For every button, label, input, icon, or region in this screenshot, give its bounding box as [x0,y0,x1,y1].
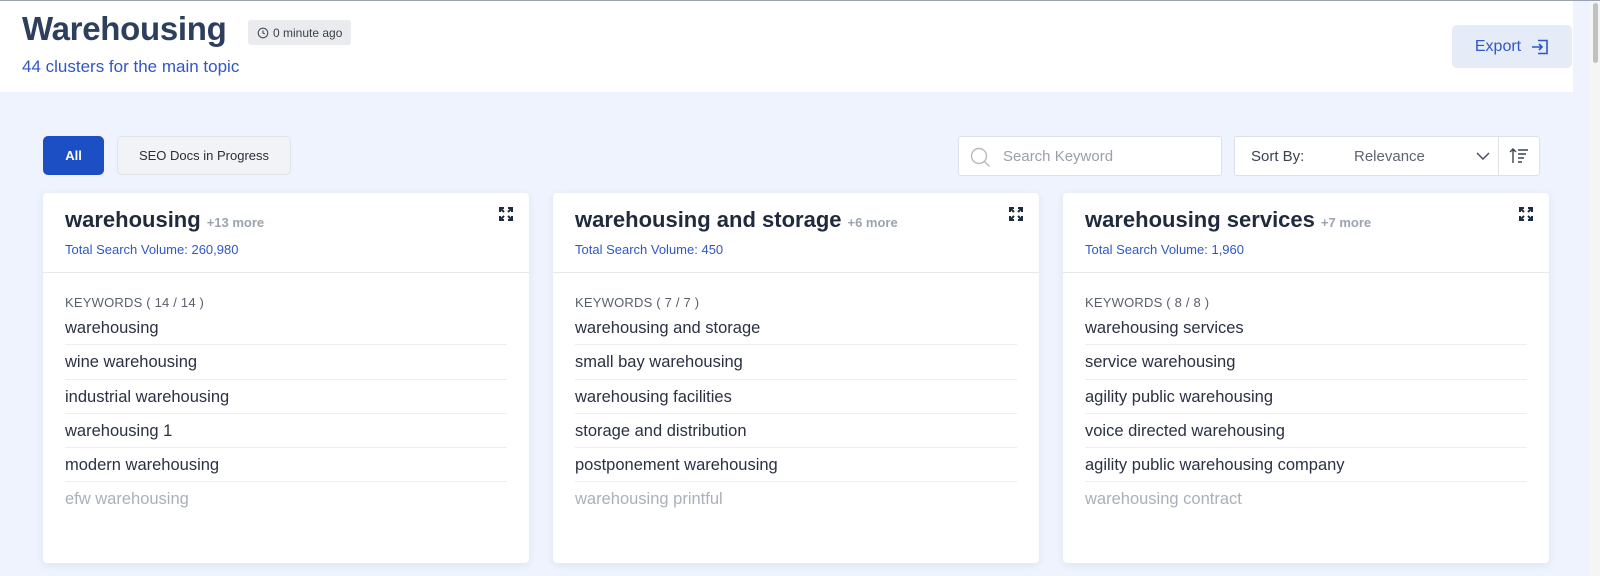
keyword-item: modern warehousing [65,448,507,483]
cluster-search-volume: Total Search Volume: 1,960 [1085,242,1244,257]
export-icon [1532,39,1548,54]
keyword-item: efw warehousing [65,490,189,509]
keyword-item: agility public warehousing company [1085,448,1527,483]
sort-dropdown[interactable]: Sort By: Relevance [1234,136,1499,176]
cluster-title-row: warehousing services +7 more [1085,207,1371,233]
keywords-header: KEYWORDS ( 8 / 8 ) [1085,295,1210,310]
page-title: Warehousing [22,10,227,47]
keyword-item: warehousing 1 [65,414,507,449]
keyword-item: warehousing [65,311,507,346]
sort-value: Relevance [1354,147,1425,165]
keywords-header: KEYWORDS ( 14 / 14 ) [65,295,205,310]
keyword-item: warehousing services [1085,311,1527,346]
search-input[interactable] [1003,137,1213,175]
keyword-item: wine warehousing [65,345,507,380]
expand-icon[interactable] [499,207,513,221]
cluster-title-row: warehousing and storage +6 more [575,207,898,233]
cluster-card[interactable]: warehousing +13 more Total Search Volume… [43,193,529,563]
cluster-search-volume: Total Search Volume: 450 [575,242,724,257]
cluster-more-count: +7 more [1320,215,1372,230]
search-icon [970,147,990,167]
export-label: Export [1474,37,1522,55]
sort-order-button[interactable] [1498,136,1540,176]
keywords-header: KEYWORDS ( 7 / 7 ) [575,295,700,310]
cluster-search-volume: Total Search Volume: 260,980 [65,242,239,257]
page-scrollbar[interactable] [1590,1,1600,576]
sort-label: Sort By: [1251,147,1305,165]
expand-icon[interactable] [1009,207,1023,221]
sort-order-icon [1509,148,1528,163]
keyword-item: warehousing facilities [575,380,1017,414]
keyword-item: warehousing and storage [575,311,1017,346]
keyword-item: warehousing printful [575,490,723,509]
keyword-list: warehousing services service warehousing… [1085,311,1527,517]
keyword-item: storage and distribution [575,414,1017,449]
keyword-item: small bay warehousing [575,345,1017,380]
keyword-item: service warehousing [1085,345,1527,380]
cluster-title[interactable]: warehousing and storage [575,207,842,233]
card-divider [1063,272,1549,273]
chevron-down-icon [1476,152,1490,160]
cluster-more-count: +13 more [206,215,265,230]
keyword-search[interactable] [958,136,1222,176]
export-button[interactable]: Export [1452,25,1572,68]
updated-badge: 0 minute ago [248,20,352,45]
cluster-card[interactable]: warehousing services +7 more Total Searc… [1063,193,1549,563]
cluster-more-count: +6 more [847,215,898,230]
keyword-item: industrial warehousing [65,380,507,414]
cluster-card[interactable]: warehousing and storage +6 more Total Se… [553,193,1039,563]
filter-seo-docs-button[interactable]: SEO Docs in Progress [117,136,291,175]
keyword-item: agility public warehousing [1085,380,1527,414]
page-subtitle: 44 clusters for the main topic [22,57,240,76]
cluster-title[interactable]: warehousing services [1085,207,1315,233]
card-divider [43,272,529,273]
keyword-item: voice directed warehousing [1085,414,1527,449]
cluster-title[interactable]: warehousing [65,207,201,233]
expand-icon[interactable] [1519,207,1533,221]
clock-icon [257,27,269,38]
page-scrollbar-thumb[interactable] [1593,3,1598,63]
keyword-item: warehousing contract [1085,490,1242,509]
keyword-list: warehousing wine warehousing industrial … [65,311,507,517]
filter-all-button[interactable]: All [43,136,104,175]
updated-text: 0 minute ago [273,25,343,40]
page-header: Warehousing 0 minute ago 44 clusters for… [0,1,1573,92]
cluster-title-row: warehousing +13 more [65,207,264,233]
card-divider [553,272,1039,273]
keyword-item: postponement warehousing [575,448,1017,483]
keyword-list: warehousing and storage small bay wareho… [575,311,1017,517]
